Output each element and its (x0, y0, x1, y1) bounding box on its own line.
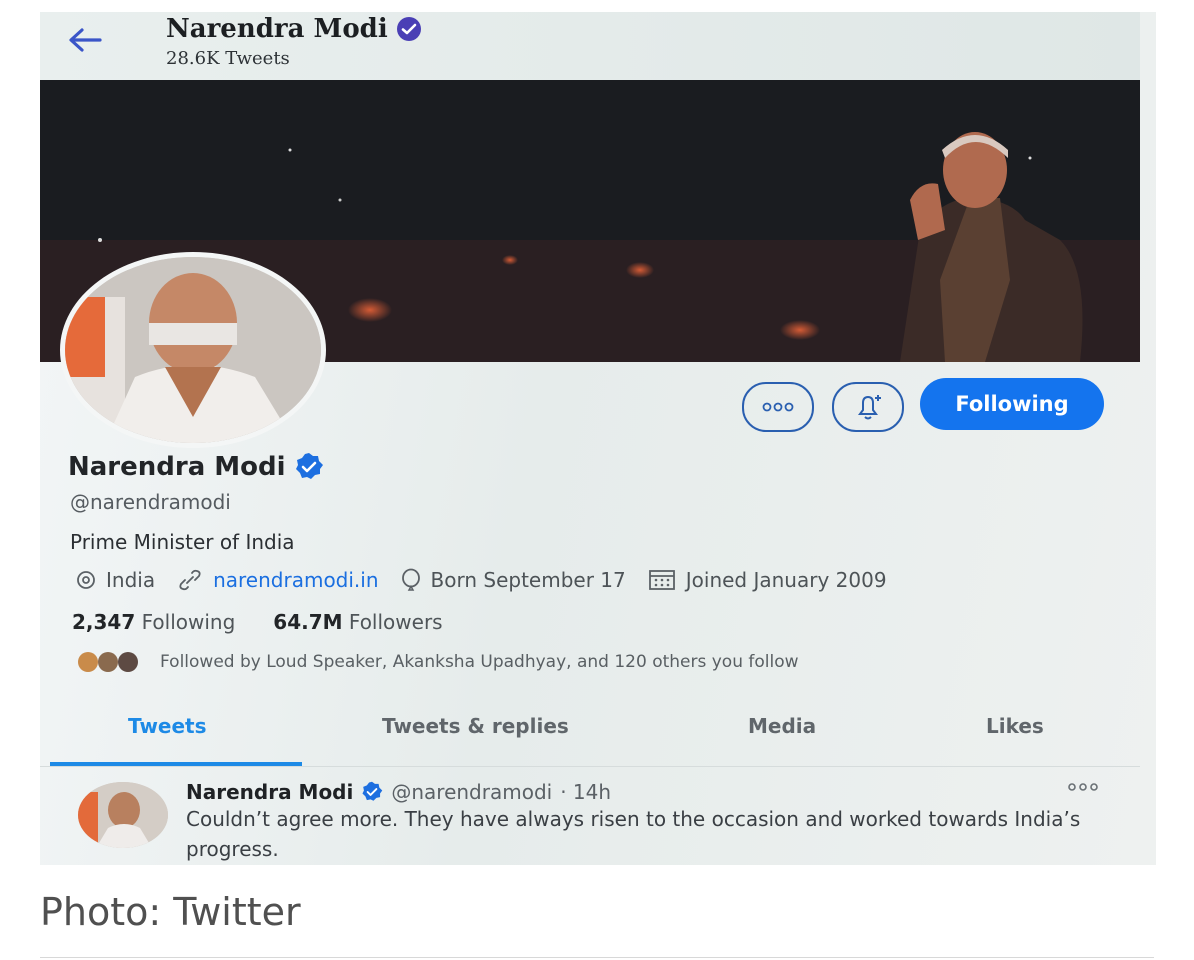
tweet-time[interactable]: · 14h (560, 780, 611, 804)
followed-by-row[interactable]: Followed by Loud Speaker, Akanksha Upadh… (74, 650, 799, 674)
avatar-image (65, 257, 321, 443)
header-title: Narendra Modi (166, 14, 422, 44)
link-icon (179, 569, 201, 591)
followers-label: Followers (348, 610, 443, 634)
location-item: India (76, 568, 155, 592)
tab-likes[interactable]: Likes (986, 714, 1044, 738)
following-button[interactable]: Following (920, 378, 1104, 430)
profile-name: Narendra Modi (68, 452, 286, 482)
tweet-count: 28.6K Tweets (166, 48, 290, 69)
profile-header-bar: Narendra Modi 28.6K Tweets (40, 12, 1140, 80)
birthday-text: Born September 17 (430, 568, 626, 592)
bell-plus-icon (858, 395, 881, 420)
follower-avatars (78, 652, 138, 672)
tweet-text: Couldn’t agree more. They have always ri… (186, 807, 1081, 861)
notifications-button[interactable] (832, 382, 904, 432)
tab-tweets-replies[interactable]: Tweets & replies (382, 714, 569, 738)
location-icon (77, 571, 95, 589)
more-icon[interactable] (1066, 782, 1100, 792)
header-name: Narendra Modi (166, 14, 388, 44)
birthday-item: Born September 17 (401, 568, 626, 592)
followed-by-text: Followed by Loud Speaker, Akanksha Upadh… (160, 652, 799, 672)
follow-counts: 2,347 Following 64.7M Followers (72, 610, 443, 634)
calendar-icon (648, 570, 675, 590)
profile-handle: @narendramodi (70, 490, 231, 514)
birthday-balloon-icon (401, 568, 420, 591)
tweet-avatar[interactable] (78, 782, 168, 848)
tweet-header: Narendra Modi @narendramodi · 14h (186, 780, 611, 804)
following-label: Following (141, 610, 236, 634)
more-options-button[interactable] (742, 382, 814, 432)
profile-tabs: Tweets Tweets & replies Media Likes (40, 702, 1140, 766)
joined-item: Joined January 2009 (648, 568, 887, 592)
website-link[interactable]: narendramodi.in (213, 568, 378, 592)
profile-name-row: Narendra Modi (68, 452, 324, 482)
photo-caption: Photo: Twitter (40, 890, 301, 934)
verified-badge-icon (295, 453, 323, 479)
location-text: India (106, 568, 156, 592)
joined-text: Joined January 2009 (685, 568, 887, 592)
tweet-author[interactable]: Narendra Modi (186, 780, 353, 804)
tweet-avatar-image (78, 782, 168, 848)
verified-badge-icon (396, 17, 421, 41)
website-item[interactable]: narendramodi.in (177, 568, 379, 592)
screenshot-photo: Narendra Modi 28.6K Tweets Following Nar… (40, 12, 1156, 865)
tab-tweets[interactable]: Tweets (128, 714, 207, 738)
tweet-handle[interactable]: @narendramodi (391, 780, 552, 804)
more-icon (762, 402, 794, 412)
tabs-divider (40, 766, 1140, 767)
caption-divider (40, 957, 1154, 958)
profile-bio: Prime Minister of India (70, 530, 295, 554)
following-count-link[interactable]: 2,347 Following (72, 610, 235, 634)
following-count: 2,347 (72, 610, 136, 634)
followers-count-link[interactable]: 64.7M Followers (273, 610, 442, 634)
back-arrow-icon[interactable] (66, 26, 102, 54)
followers-count: 64.7M (273, 610, 343, 634)
profile-avatar[interactable] (60, 252, 326, 448)
profile-meta: India narendramodi.in Born September 17 … (76, 568, 909, 592)
tab-media[interactable]: Media (748, 714, 816, 738)
verified-badge-icon (362, 781, 383, 801)
